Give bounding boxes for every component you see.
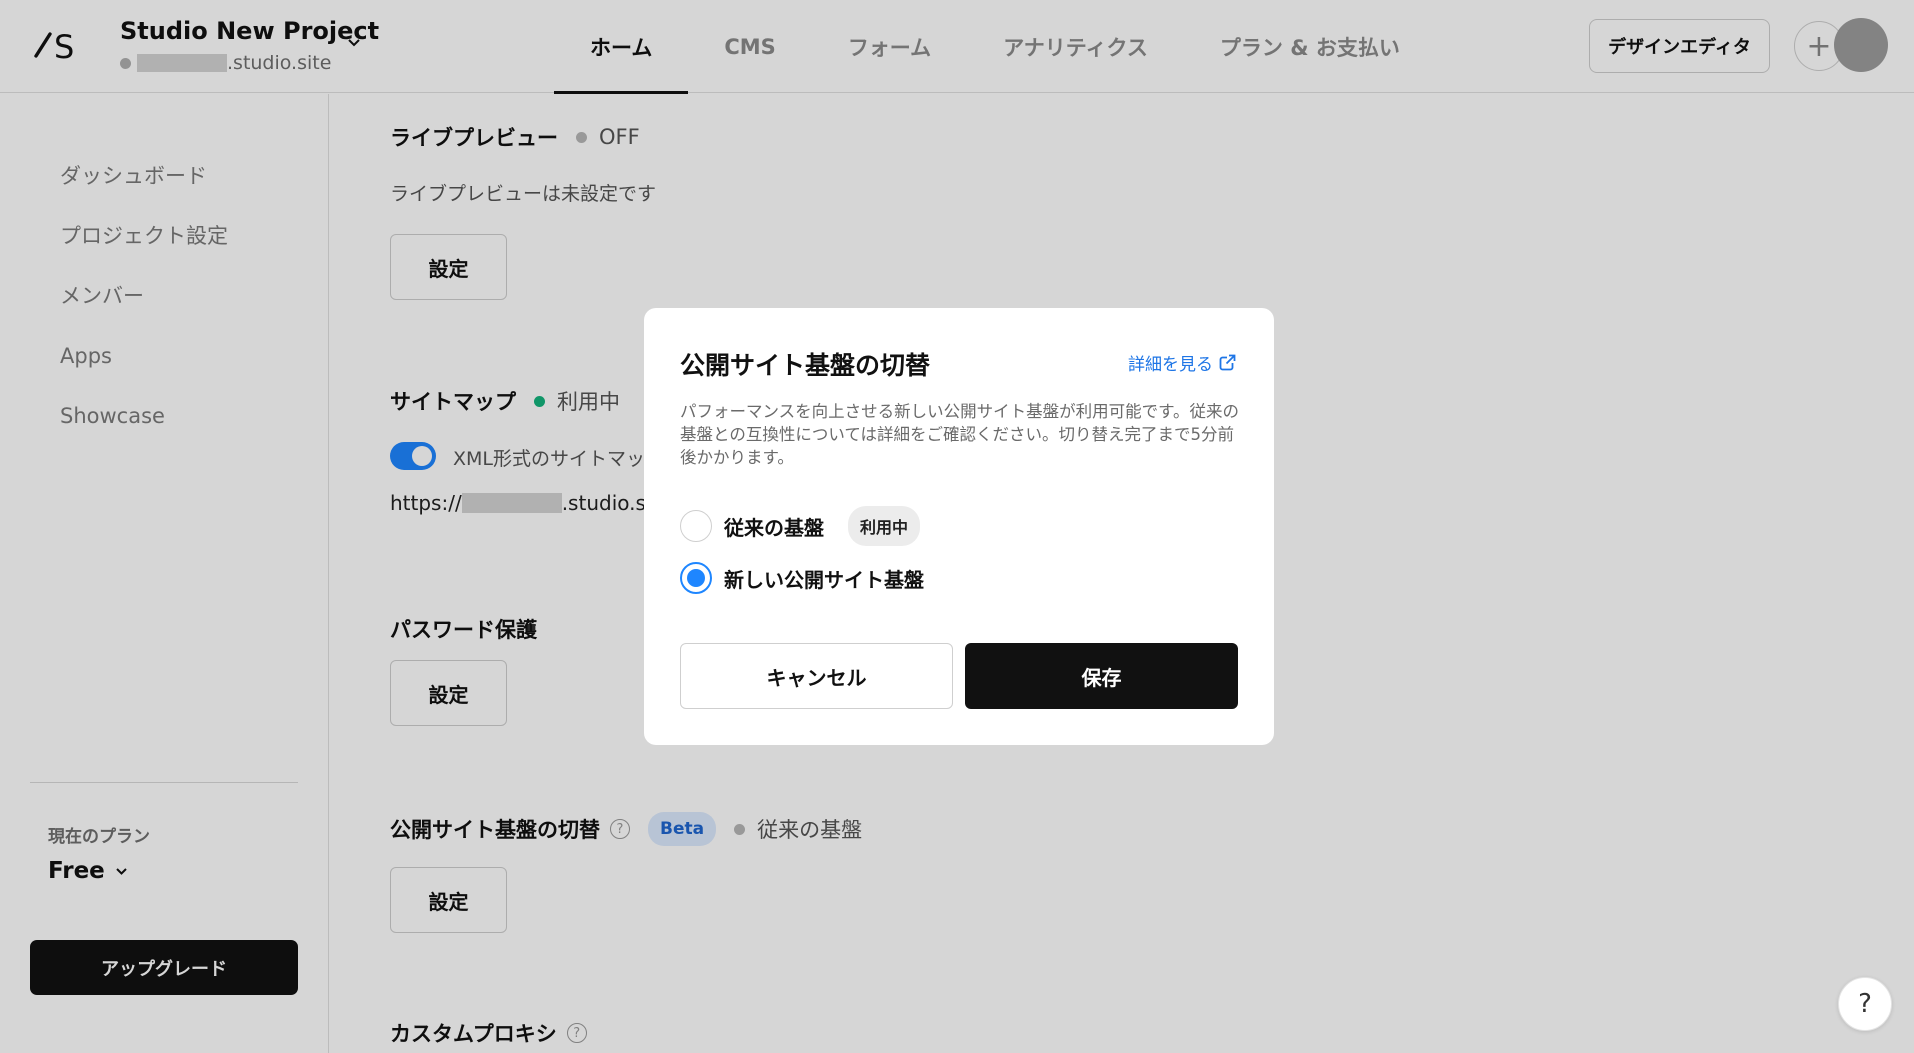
cancel-button[interactable]: キャンセル [680,643,953,709]
radio-legacy[interactable] [680,510,712,542]
help-button[interactable]: ? [1838,977,1892,1031]
details-link-label: 詳細を見る [1128,355,1213,375]
external-link-icon [1219,354,1236,371]
option-legacy-label: 従来の基盤 [724,515,824,540]
details-link[interactable]: 詳細を見る [1128,350,1236,375]
radio-new[interactable] [680,562,712,594]
option-legacy-platform[interactable]: 従来の基盤 利用中 [680,506,921,546]
in-use-badge: 利用中 [848,506,921,546]
modal-description: パフォーマンスを向上させる新しい公開サイト基盤が利用可能です。従来の基盤との互換… [680,402,1240,467]
app-root: S Studio New Project .studio.site ホーム CM… [0,0,1914,1053]
save-button[interactable]: 保存 [965,643,1238,709]
option-new-label: 新しい公開サイト基盤 [724,567,924,592]
modal-title: 公開サイト基盤の切替 [680,351,931,380]
switch-platform-modal: 公開サイト基盤の切替 詳細を見る パフォーマンスを向上させる新しい公開サイト基盤… [644,308,1274,745]
option-new-platform[interactable]: 新しい公開サイト基盤 [680,562,924,594]
